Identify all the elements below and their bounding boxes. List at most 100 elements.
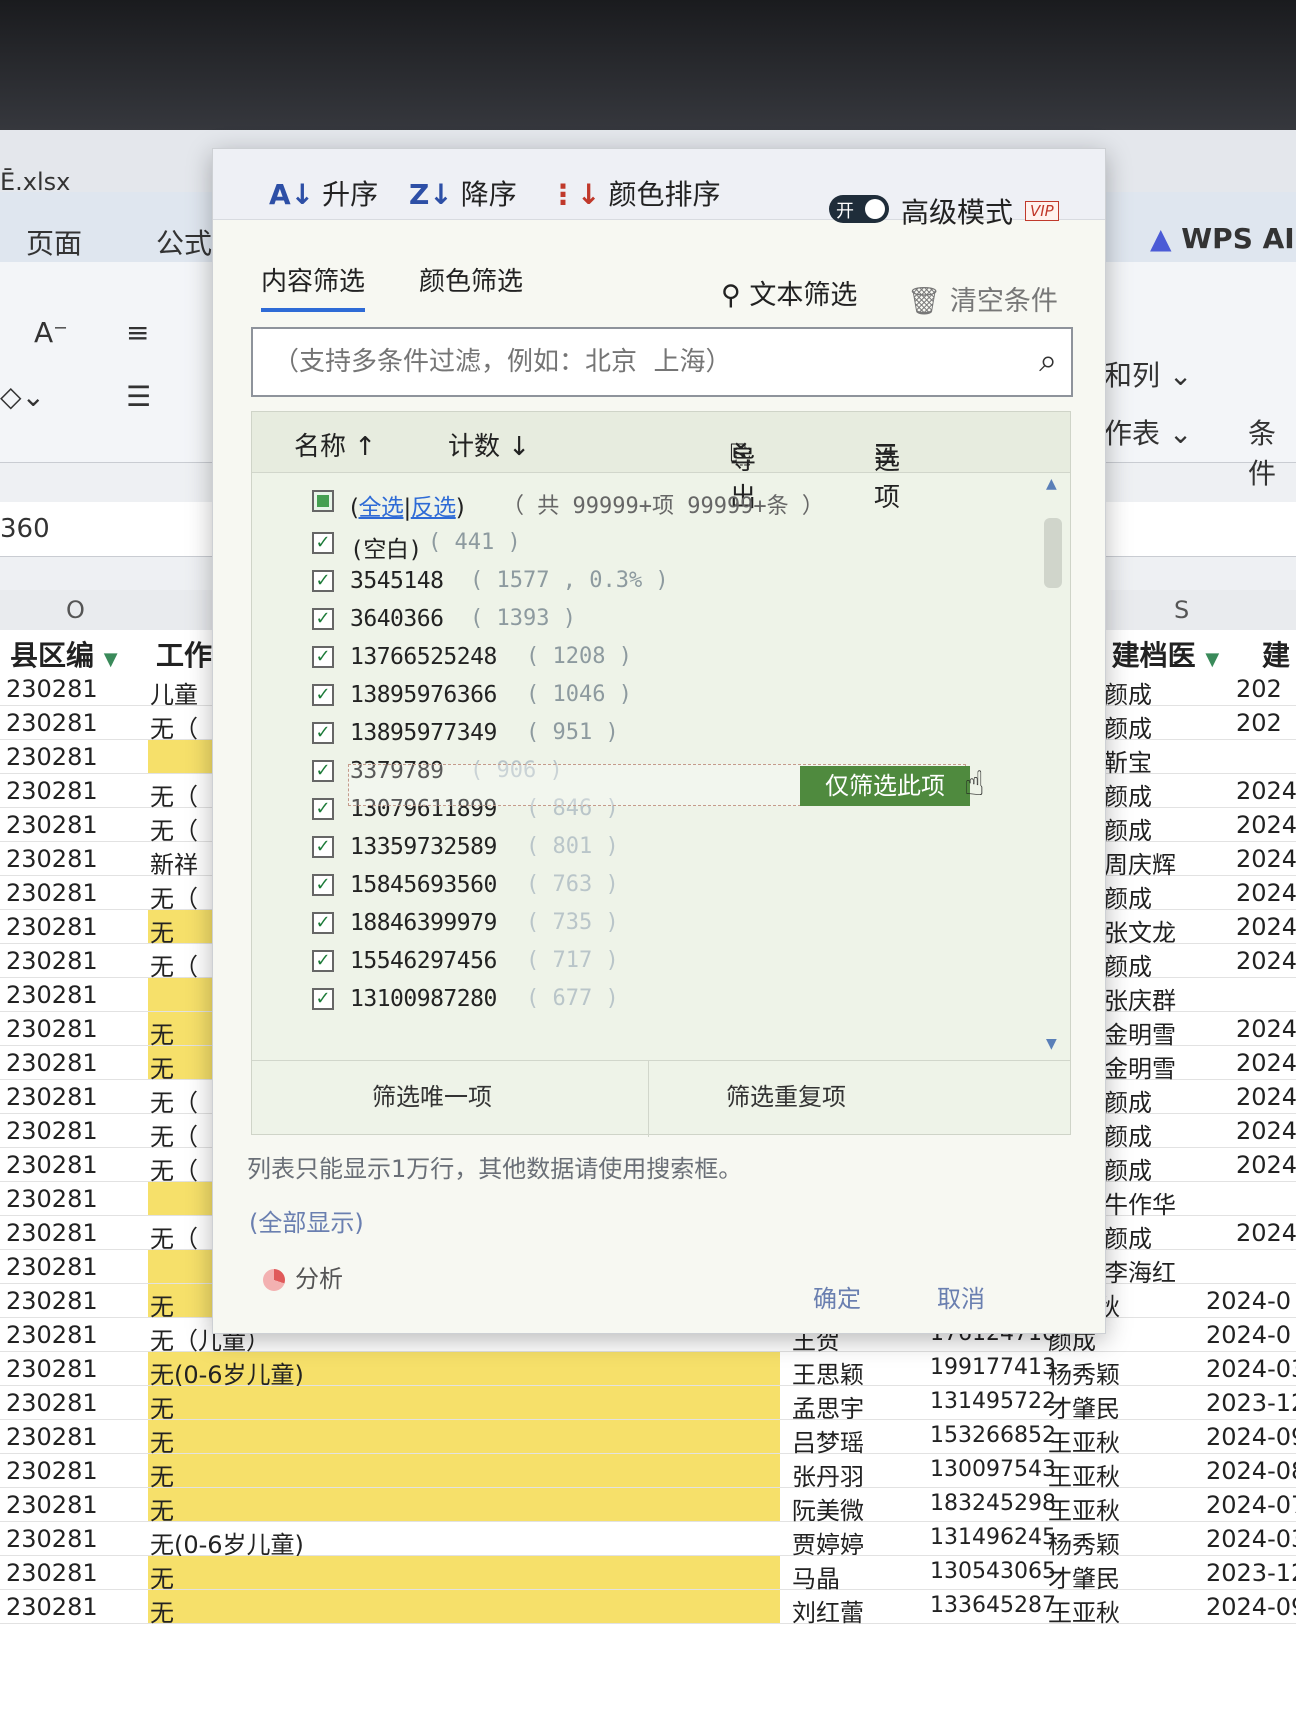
item-checkbox[interactable]: ✓ [312, 532, 334, 554]
table-row[interactable]: 230281 无 刘红蕾 133645287王亚秋 2024-09 [0, 1590, 1296, 1627]
cell-county[interactable]: 230281 [6, 1491, 98, 1519]
cell-name[interactable]: 孟思宇 [792, 1389, 864, 1424]
cell-county[interactable]: 230281 [6, 1389, 98, 1417]
cell-county[interactable]: 230281 [6, 1117, 98, 1145]
cell-date[interactable]: 2024- [1236, 1083, 1296, 1111]
cell-work[interactable]: 无（ [150, 777, 198, 812]
cell-date[interactable]: 2024 [1236, 845, 1296, 873]
cell-date[interactable]: 2024-03 [1206, 1355, 1296, 1383]
cell-phone[interactable]: 153266852 [930, 1423, 1056, 1448]
cell-work[interactable]: 无 [150, 1389, 174, 1424]
cell-work[interactable]: 无 [150, 913, 174, 948]
conditional-format-button[interactable]: 条件 [1248, 412, 1296, 492]
cell-doctor[interactable]: 颜成 [1104, 811, 1152, 846]
cell-date[interactable]: 202 [1236, 675, 1282, 703]
cell-work[interactable]: 儿童 [150, 675, 198, 710]
cell-doctor[interactable]: 周庆辉 [1104, 845, 1176, 880]
tab-color-filter[interactable]: 颜色筛选 [419, 261, 523, 298]
cell-doctor[interactable]: 颜成 [1104, 1117, 1152, 1152]
cell-county[interactable]: 230281 [6, 1253, 98, 1281]
cell-doctor[interactable]: 才肇民 [1048, 1559, 1120, 1594]
cell-county[interactable]: 230281 [6, 1083, 98, 1111]
align-left-icon[interactable]: ☰ [126, 380, 151, 413]
cell-county[interactable]: 230281 [6, 1287, 98, 1315]
cell-name[interactable]: 张丹羽 [792, 1457, 864, 1492]
cell-county[interactable]: 230281 [6, 1457, 98, 1485]
cell-doctor[interactable]: 颜成 [1104, 675, 1152, 710]
cell-work[interactable]: 无 [150, 1457, 174, 1492]
select-all-link[interactable]: 全选 [358, 495, 404, 521]
cell-county[interactable]: 230281 [6, 1151, 98, 1179]
analysis-button[interactable]: 分析 [263, 1259, 343, 1294]
item-checkbox[interactable]: ✓ [312, 874, 334, 896]
cell-work[interactable]: 无（ [150, 1083, 198, 1118]
cell-doctor[interactable]: 王亚秋 [1048, 1457, 1120, 1492]
item-checkbox[interactable]: ✓ [312, 722, 334, 744]
filter-duplicate-button[interactable]: 筛选重复项 [726, 1077, 846, 1112]
align-icon[interactable]: ≡ [126, 316, 149, 349]
cell-doctor[interactable]: 颜成 [1104, 709, 1152, 744]
advanced-mode-toggle[interactable]: 开 [829, 195, 889, 223]
col-letter-s[interactable]: S [1174, 596, 1189, 624]
cell-doctor[interactable]: 王亚秋 [1048, 1423, 1120, 1458]
cell-date[interactable]: 2024 [1236, 777, 1296, 805]
cell-date[interactable]: 2024 [1236, 879, 1296, 907]
item-checkbox[interactable]: ✓ [312, 684, 334, 706]
item-checkbox[interactable]: ✓ [312, 570, 334, 592]
item-checkbox[interactable]: ✓ [312, 760, 334, 782]
cell-work[interactable]: 无（ [150, 1117, 198, 1152]
cell-doctor[interactable]: 颜成 [1104, 879, 1152, 914]
sort-asc-button[interactable]: A↓ 升序 [269, 173, 378, 213]
cell-date[interactable]: 2024-03 [1206, 1525, 1296, 1553]
show-all-link[interactable]: (全部显示) [249, 1203, 364, 1238]
cell-county[interactable]: 230281 [6, 743, 98, 771]
cell-doctor[interactable]: 才肇民 [1048, 1389, 1120, 1424]
cell-doctor[interactable]: 杨秀颖 [1048, 1525, 1120, 1560]
sort-by-count-button[interactable]: 计数 ↓ [448, 426, 530, 463]
cell-work[interactable]: 新祥 [150, 845, 198, 880]
cell-work[interactable]: 无 [150, 1491, 174, 1526]
cell-date[interactable]: 2024- [1236, 947, 1296, 975]
cell-county[interactable]: 230281 [6, 845, 98, 873]
cell-phone[interactable]: 133645287 [930, 1593, 1056, 1618]
rows-cols-menu[interactable]: 和列 ⌄ [1104, 354, 1192, 394]
cell-county[interactable]: 230281 [6, 947, 98, 975]
cell-county[interactable]: 230281 [6, 1525, 98, 1553]
cell-phone[interactable]: 199177413 [930, 1355, 1056, 1380]
cell-county[interactable]: 230281 [6, 1355, 98, 1383]
cell-county[interactable]: 230281 [6, 1015, 98, 1043]
cell-doctor[interactable]: 金明雪 [1104, 1015, 1176, 1050]
cell-county[interactable]: 230281 [6, 1593, 98, 1621]
export-button[interactable]: ⎘ 导出 ⌄ [730, 426, 756, 513]
cell-name[interactable]: 马晶 [792, 1559, 840, 1594]
cell-phone[interactable]: 130097543 [930, 1457, 1056, 1482]
cell-county[interactable]: 230281 [6, 1219, 98, 1247]
cell-county[interactable]: 230281 [6, 1185, 98, 1213]
wps-ai-button[interactable]: ▲ WPS AI [1150, 222, 1295, 255]
cell-doctor[interactable]: 颜成 [1104, 1083, 1152, 1118]
search-input[interactable] [271, 341, 1005, 383]
item-checkbox[interactable]: ✓ [312, 798, 334, 820]
table-row[interactable]: 230281 无 孟思宇 131495722才肇民 2023-12 [0, 1386, 1296, 1423]
sort-by-name-button[interactable]: 名称 ↑ [294, 426, 376, 463]
cell-phone[interactable]: 131495722 [930, 1389, 1056, 1414]
cell-county[interactable]: 230281 [6, 1559, 98, 1587]
header-date[interactable]: 建 [1262, 634, 1290, 674]
header-doctor[interactable]: ▼ 建档医 ▼ [1088, 634, 1219, 674]
scroll-thumb[interactable] [1044, 518, 1062, 588]
cell-doctor[interactable]: 张庆群 [1104, 981, 1176, 1016]
cell-doctor[interactable]: 王亚秋 [1048, 1491, 1120, 1526]
cell-date[interactable]: 2024 [1236, 811, 1296, 839]
cell-doctor[interactable]: 颜成 [1104, 1151, 1152, 1186]
cell-county[interactable]: 230281 [6, 1049, 98, 1077]
clear-conditions-button[interactable]: 🗑 清空条件 [907, 279, 1058, 318]
cell-date[interactable]: 2024-0 [1206, 1287, 1291, 1315]
sort-desc-button[interactable]: Z↓ 降序 [409, 173, 517, 213]
cell-work[interactable]: 无（ [150, 947, 198, 982]
cell-doctor[interactable]: 杨秀颖 [1048, 1355, 1120, 1390]
cell-county[interactable]: 230281 [6, 879, 98, 907]
cell-date[interactable]: 2024-0 [1236, 1219, 1296, 1247]
scroll-down-icon[interactable]: ▼ [1046, 1036, 1057, 1052]
cell-date[interactable]: 2024-07 [1206, 1491, 1296, 1519]
cell-work[interactable]: 无（ [150, 709, 198, 744]
